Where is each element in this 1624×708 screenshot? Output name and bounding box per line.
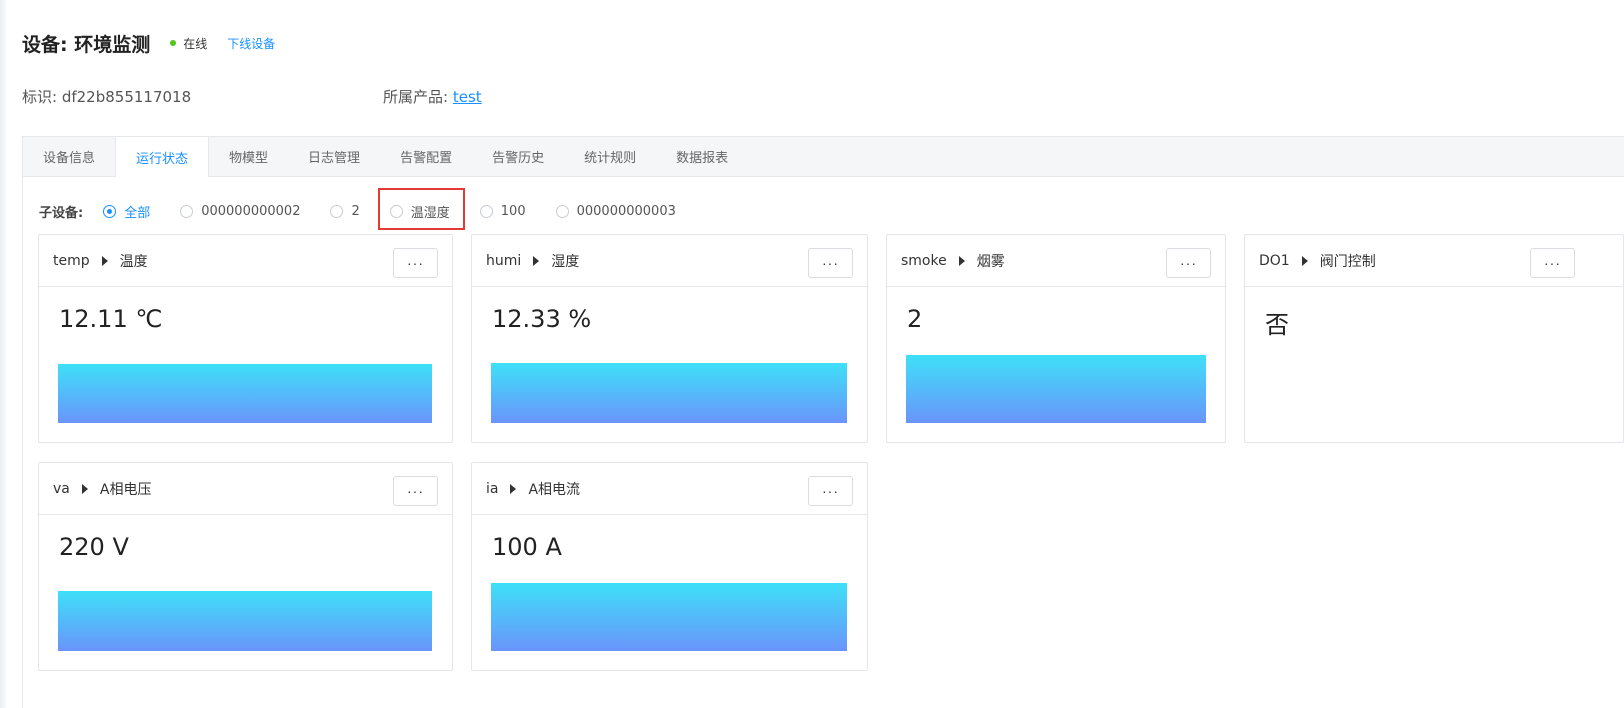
property-value: 否	[1265, 311, 1289, 339]
property-value: 2	[907, 305, 923, 333]
more-actions-button[interactable]: ···	[1530, 248, 1575, 278]
tab-thing-model[interactable]: 物模型	[209, 137, 288, 176]
tab-label: 数据报表	[676, 151, 729, 166]
subdevice-option-2[interactable]: 2	[330, 203, 360, 219]
tab-label: 运行状态	[136, 151, 189, 167]
property-key: humi	[486, 252, 522, 269]
radio-circle-icon	[479, 204, 493, 218]
property-name: A相电压	[99, 481, 152, 498]
more-actions-button[interactable]: ···	[393, 248, 438, 278]
subdevice-option-100[interactable]: 100	[479, 203, 526, 219]
subdevice-option-all[interactable]: 全部	[103, 202, 150, 221]
value-bar-chart	[58, 591, 432, 651]
property-name: 烟雾	[976, 253, 1005, 270]
tab-log-management[interactable]: 日志管理	[288, 137, 380, 176]
more-actions-button[interactable]: ···	[808, 476, 853, 506]
tab-data-report[interactable]: 数据报表	[656, 137, 748, 176]
tab-label: 告警配置	[400, 151, 453, 166]
property-card-humi: humi 湿度 ··· 12.33 %	[471, 234, 868, 443]
caret-right-icon	[533, 255, 540, 266]
property-value: 12.11 ℃	[59, 305, 163, 333]
more-actions-button[interactable]: ···	[808, 248, 853, 278]
property-card-smoke: smoke 烟雾 ··· 2	[886, 234, 1226, 443]
card-header: humi 湿度 ···	[472, 235, 867, 287]
product-link[interactable]: test	[453, 88, 482, 106]
more-actions-button[interactable]: ···	[1166, 248, 1211, 278]
online-status-text: 在线	[183, 36, 208, 51]
caret-right-icon	[958, 255, 965, 266]
property-value: 220 V	[59, 533, 129, 561]
left-edge-shade	[0, 0, 6, 708]
subdevice-option-000000000003[interactable]: 000000000003	[555, 203, 676, 219]
tab-bar: 设备信息 运行状态 物模型 日志管理 告警配置 告警历史 统计规则 数据报表	[23, 137, 1624, 177]
property-name: 温度	[119, 253, 148, 270]
property-value: 12.33 %	[492, 305, 592, 333]
device-identifier: 标识: df22b855117018	[22, 88, 192, 106]
card-header: smoke 烟雾 ···	[887, 235, 1225, 287]
property-key: va	[53, 480, 70, 497]
tab-runtime-status[interactable]: 运行状态	[115, 137, 210, 177]
subdevice-label: 子设备:	[39, 205, 84, 221]
caret-right-icon	[101, 255, 108, 266]
subdevice-selector: 子设备: 全部 000000000002 2 温湿度 100 000000000…	[39, 201, 706, 221]
value-bar-chart	[58, 364, 432, 423]
property-card-ia: ia A相电流 ··· 100 A	[471, 462, 868, 671]
tab-label: 日志管理	[308, 151, 361, 166]
page-title: 设备: 环境监测	[22, 33, 151, 56]
subdevice-option-000000000002[interactable]: 000000000002	[180, 204, 300, 219]
value-bar-chart	[906, 355, 1206, 423]
radio-label: 2	[351, 203, 360, 219]
radio-circle-icon	[330, 204, 344, 218]
tab-label: 物模型	[229, 151, 269, 166]
property-card-va: va A相电压 ··· 220 V	[38, 462, 453, 671]
card-header: va A相电压 ···	[39, 463, 452, 515]
page-header: 设备: 环境监测 在线 下线设备	[22, 30, 275, 56]
tab-statistics-rules[interactable]: 统计规则	[564, 137, 656, 176]
tab-label: 设备信息	[43, 151, 96, 166]
property-name: 湿度	[551, 253, 580, 270]
offline-device-link[interactable]: 下线设备	[227, 35, 275, 52]
radio-label: 000000000003	[576, 203, 676, 219]
product-label: 所属产品:	[383, 88, 453, 106]
radio-circle-icon	[180, 204, 194, 218]
radio-label: 全部	[124, 205, 151, 221]
tab-device-info[interactable]: 设备信息	[23, 137, 115, 176]
property-key: DO1	[1259, 252, 1290, 269]
caret-right-icon	[81, 483, 88, 494]
caret-right-icon	[1301, 255, 1308, 266]
radio-label: 温湿度	[410, 205, 450, 221]
more-actions-button[interactable]: ···	[393, 476, 438, 506]
radio-circle-icon	[389, 204, 403, 218]
subdevice-option-temp-humidity[interactable]: 温湿度	[389, 202, 450, 221]
device-detail-panel: 设备信息 运行状态 物模型 日志管理 告警配置 告警历史 统计规则 数据报表 子…	[22, 136, 1624, 708]
tab-alarm-history[interactable]: 告警历史	[472, 137, 564, 176]
card-header: ia A相电流 ···	[472, 463, 867, 515]
radio-circle-icon	[103, 204, 117, 218]
property-name: A相电流	[528, 481, 581, 498]
property-key: smoke	[901, 252, 947, 269]
radio-label: 000000000002	[201, 203, 301, 219]
tab-label: 告警历史	[492, 151, 545, 166]
product-info: 所属产品: test	[383, 86, 482, 107]
card-header: temp 温度 ···	[39, 235, 452, 287]
tab-label: 统计规则	[584, 151, 637, 166]
property-card-temp: temp 温度 ··· 12.11 ℃	[38, 234, 453, 443]
property-key: ia	[486, 480, 499, 497]
radio-label: 100	[500, 203, 526, 219]
property-key: temp	[53, 252, 90, 269]
caret-right-icon	[510, 483, 517, 494]
value-bar-chart	[491, 363, 847, 423]
value-bar-chart	[491, 583, 847, 651]
property-name: 阀门控制	[1319, 253, 1376, 270]
card-header: DO1 阀门控制 ···	[1245, 235, 1623, 287]
tab-alarm-config[interactable]: 告警配置	[380, 137, 472, 176]
online-status-dot	[170, 40, 177, 46]
property-card-do1: DO1 阀门控制 ··· 否	[1244, 234, 1624, 443]
property-value: 100 A	[492, 533, 562, 561]
radio-circle-icon	[555, 204, 569, 218]
